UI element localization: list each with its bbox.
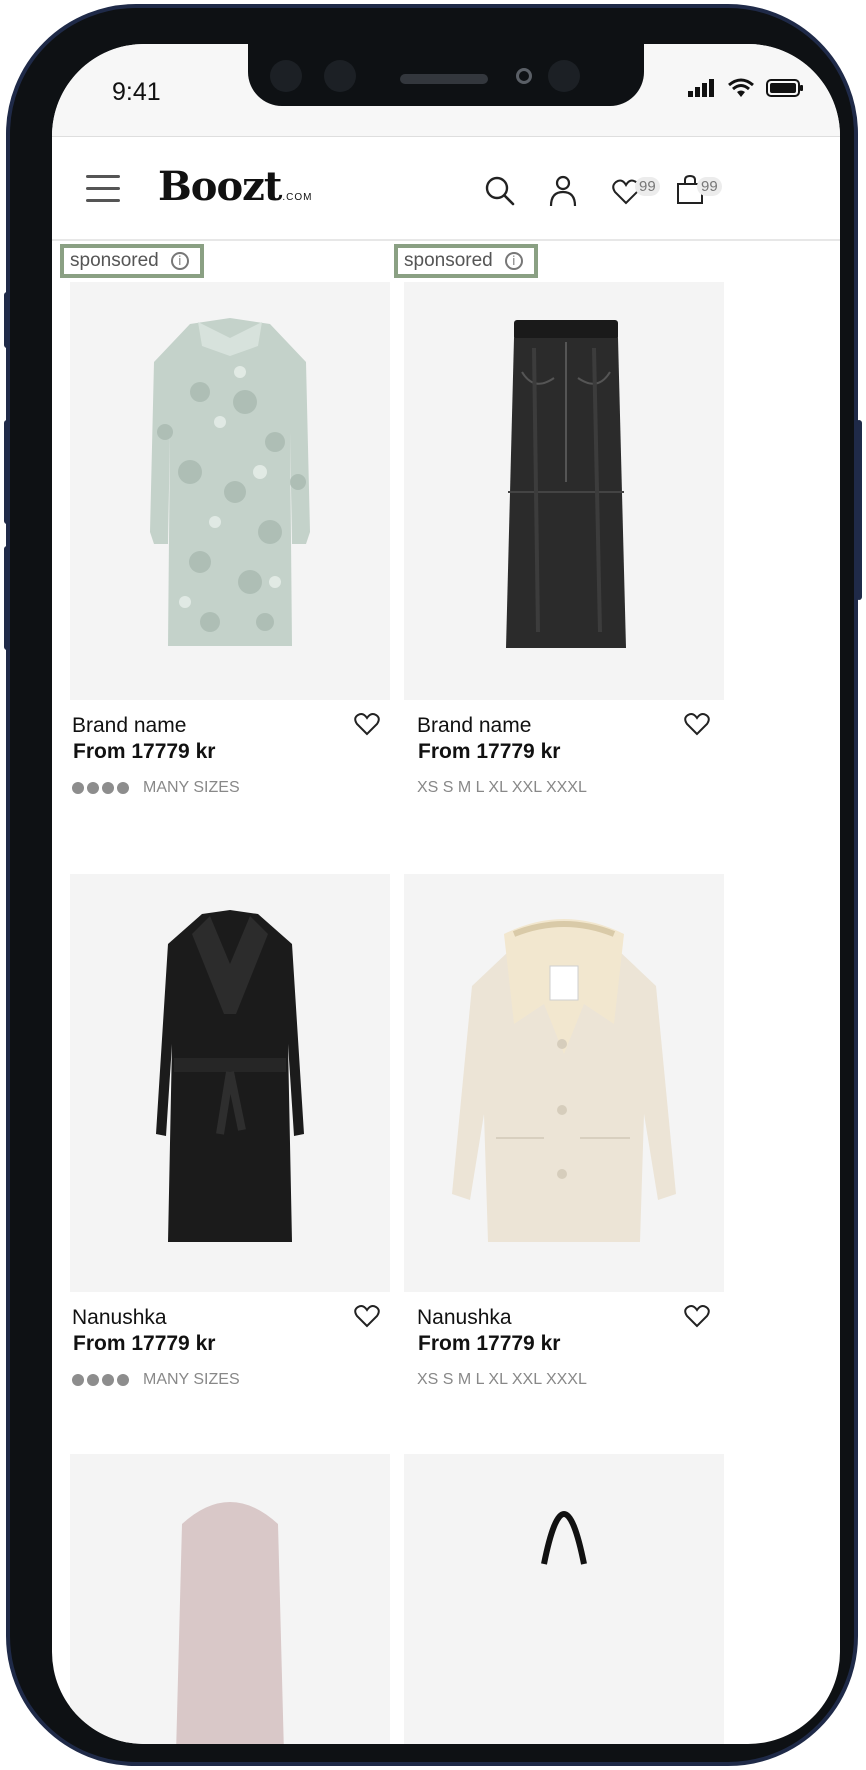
favorite-heart-icon[interactable] — [684, 712, 710, 736]
speaker-grille — [400, 74, 488, 84]
wifi-icon — [728, 78, 754, 97]
product-sizes: XS S M L XL XXL XXXL — [417, 1371, 587, 1389]
bag-count-badge: 99 — [697, 177, 722, 196]
product-price: From 17779 kr — [418, 740, 561, 763]
boozt-logo[interactable]: Boozt.COM — [158, 163, 312, 210]
account-icon[interactable] — [548, 175, 578, 207]
info-icon[interactable]: i — [504, 252, 523, 270]
product-image[interactable] — [70, 874, 390, 1292]
signal-icon — [688, 79, 714, 97]
product-brand: Brand name — [417, 714, 532, 737]
phone-frame: 9:41 Boozt.COM 99 99 sponsored i Brand n… — [6, 4, 858, 1766]
sensor-dot — [270, 60, 302, 92]
sensor-dot — [324, 60, 356, 92]
product-card[interactable]: Brand name From 17779 kr XS S M L XL XXL… — [404, 282, 724, 796]
product-card[interactable]: Brand name From 17779 kr MANY SIZES — [70, 282, 390, 796]
product-card[interactable] — [70, 1454, 390, 1744]
sponsored-label[interactable]: sponsored i — [60, 244, 204, 278]
product-image[interactable] — [70, 1454, 390, 1744]
menu-icon[interactable] — [86, 175, 120, 203]
product-price: From 17779 kr — [73, 740, 216, 763]
battery-icon — [766, 79, 803, 97]
sponsored-text: sponsored — [404, 250, 493, 271]
sizes-text: MANY SIZES — [143, 779, 240, 796]
color-swatches — [72, 782, 129, 794]
sizes-text: XS S M L XL XXL XXXL — [417, 1371, 587, 1388]
product-sizes: MANY SIZES — [72, 779, 240, 797]
front-camera — [516, 68, 532, 84]
favorite-heart-icon[interactable] — [354, 712, 380, 736]
color-swatches — [72, 1374, 129, 1386]
product-card[interactable] — [404, 1454, 724, 1744]
product-card[interactable]: Nanushka From 17779 kr XS S M L XL XXL X… — [404, 874, 724, 1388]
product-sizes: MANY SIZES — [72, 1371, 240, 1389]
search-icon[interactable] — [484, 175, 516, 207]
favorite-heart-icon[interactable] — [684, 1304, 710, 1328]
phone-screen: 9:41 Boozt.COM 99 99 sponsored i Brand n… — [52, 44, 840, 1744]
notch — [248, 44, 644, 106]
fur-coat-image — [150, 318, 310, 646]
sizes-text: MANY SIZES — [143, 1371, 240, 1388]
power-button — [856, 420, 862, 600]
black-coat-image — [156, 910, 304, 1242]
app-header: Boozt.COM 99 99 — [52, 137, 840, 241]
mute-switch — [4, 292, 10, 348]
product-grid: sponsored i Brand name From 17779 kr MAN… — [52, 240, 840, 1744]
info-icon[interactable]: i — [170, 252, 189, 270]
volume-down-button — [4, 546, 10, 650]
product-price: From 17779 kr — [73, 1332, 216, 1355]
status-time: 9:41 — [112, 78, 161, 106]
product-sizes: XS S M L XL XXL XXXL — [417, 779, 587, 797]
status-bar: 9:41 — [52, 44, 840, 137]
cream-shearling-coat-image — [452, 919, 676, 1242]
product-image[interactable] — [70, 282, 390, 700]
product-image[interactable] — [404, 1454, 724, 1744]
product-brand: Nanushka — [417, 1306, 512, 1329]
product-card[interactable]: Nanushka From 17779 kr MANY SIZES — [70, 874, 390, 1388]
product-brand: Nanushka — [72, 1306, 167, 1329]
product-price: From 17779 kr — [418, 1332, 561, 1355]
status-icons — [688, 78, 804, 98]
product-brand: Brand name — [72, 714, 187, 737]
bag-product-image — [541, 1511, 587, 1565]
sensor-dot — [548, 60, 580, 92]
product-image[interactable] — [404, 282, 724, 700]
wishlist-count-badge: 99 — [635, 177, 660, 196]
logo-suffix: .COM — [282, 192, 313, 203]
leather-skirt-image — [506, 320, 626, 648]
favorite-heart-icon[interactable] — [354, 1304, 380, 1328]
logo-text: Boozt — [158, 163, 282, 210]
sponsored-text: sponsored — [70, 250, 159, 271]
sizes-text: XS S M L XL XXL XXXL — [417, 779, 587, 796]
sponsored-label[interactable]: sponsored i — [394, 244, 538, 278]
product-image[interactable] — [404, 874, 724, 1292]
volume-up-button — [4, 420, 10, 524]
sequin-top-image — [176, 1502, 284, 1744]
